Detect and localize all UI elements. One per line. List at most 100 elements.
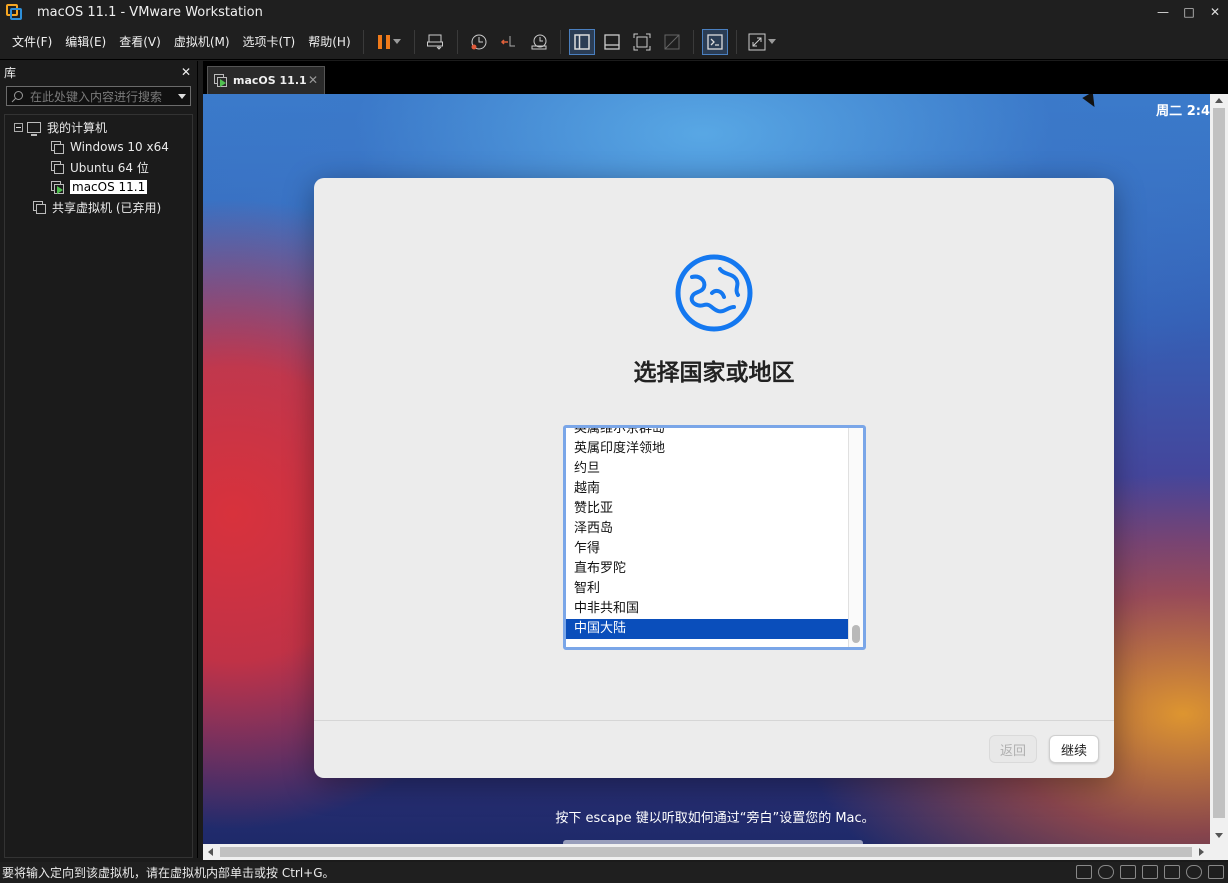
search-icon — [11, 90, 23, 102]
scroll-left-icon[interactable] — [208, 848, 213, 856]
toolbar-separator — [735, 29, 737, 54]
toolbar-separator — [692, 29, 694, 54]
chevron-down-icon[interactable] — [767, 39, 776, 44]
scrollbar-corner — [1210, 844, 1228, 860]
console-view-icon — [706, 33, 723, 50]
list-item[interactable]: 泽西岛 — [566, 519, 848, 539]
chevron-down-icon[interactable] — [178, 93, 186, 99]
hard-disk-icon[interactable] — [1076, 865, 1092, 879]
list-item[interactable]: 乍得 — [566, 539, 848, 559]
tree-item-my-computer[interactable]: 我的计算机 — [14, 117, 107, 137]
library-header: 库 ✕ — [0, 61, 197, 83]
search-placeholder: 在此处键入内容进行搜索 — [30, 89, 163, 104]
show-library-button[interactable] — [568, 28, 595, 55]
scroll-right-icon[interactable] — [1199, 848, 1204, 856]
revert-snapshot-button[interactable] — [496, 29, 522, 55]
device-icons — [1070, 865, 1224, 879]
horizontal-scroll-thumb[interactable] — [220, 847, 1192, 857]
send-ctrl-alt-del-icon — [426, 34, 443, 50]
library-tree: 我的计算机 Windows 10 x64 Ubuntu 64 位 macOS 1… — [4, 114, 193, 858]
tree-item-ubuntu[interactable]: Ubuntu 64 位 — [51, 157, 149, 177]
vertical-scrollbar[interactable] — [1210, 94, 1228, 844]
horizontal-scrollbar[interactable] — [203, 844, 1210, 860]
show-library-icon — [573, 33, 590, 50]
library-search-input[interactable]: 在此处键入内容进行搜索 — [6, 86, 191, 106]
tree-item-macos[interactable]: macOS 11.1 — [51, 177, 148, 197]
menu-file[interactable]: 文件(F) — [6, 31, 58, 53]
unity-button[interactable] — [659, 29, 685, 55]
vm-running-icon — [214, 74, 227, 87]
list-item[interactable]: 英属印度洋领地 — [566, 439, 848, 459]
shared-vm-icon — [33, 200, 46, 214]
message-icon[interactable] — [1208, 865, 1224, 879]
close-button[interactable]: ✕ — [1202, 0, 1228, 24]
menu-view[interactable]: 查看(V) — [113, 31, 167, 53]
list-item[interactable]: 约旦 — [566, 459, 848, 479]
mouse-cursor-icon — [1082, 94, 1100, 111]
list-item[interactable]: 智利 — [566, 579, 848, 599]
scroll-up-icon[interactable] — [1215, 98, 1223, 103]
chevron-down-icon[interactable] — [392, 39, 401, 44]
status-message: 要将输入定向到该虚拟机，请在虚拟机内部单击或按 Ctrl+G。 — [2, 866, 335, 880]
send-ctrl-alt-del-button[interactable] — [423, 29, 449, 55]
window-title: macOS 11.1 - VMware Workstation — [37, 4, 263, 20]
fullscreen-button[interactable] — [629, 29, 655, 55]
list-item[interactable]: 赞比亚 — [566, 499, 848, 519]
stretch-guest-icon — [748, 33, 766, 50]
menu-vm[interactable]: 虚拟机(M) — [168, 31, 236, 53]
close-tab-icon[interactable]: ✕ — [308, 73, 318, 87]
thumbnail-bar-icon — [603, 33, 620, 50]
printer-icon[interactable] — [1164, 865, 1180, 879]
menu-tabs[interactable]: 选项卡(T) — [237, 31, 302, 53]
cd-dvd-icon[interactable] — [1098, 865, 1114, 879]
title-bar: macOS 11.1 - VMware Workstation — □ ✕ — [0, 0, 1228, 24]
thumbnail-bar-button[interactable] — [599, 29, 625, 55]
country-list[interactable]: 英属维尔京群岛 英属印度洋领地 约旦 越南 赞比亚 泽西岛 乍得 直布罗陀 智利… — [563, 425, 866, 650]
display-icon[interactable] — [1186, 865, 1202, 879]
list-scroll-thumb[interactable] — [852, 625, 860, 643]
collapse-icon[interactable] — [14, 122, 23, 132]
list-scrollbar[interactable] — [848, 428, 863, 647]
back-button[interactable]: 返回 — [989, 735, 1037, 763]
list-item[interactable]: 越南 — [566, 479, 848, 499]
vm-running-icon — [51, 180, 64, 194]
dialog-title: 选择国家或地区 — [633, 360, 795, 386]
country-list-items: 英属维尔京群岛 英属印度洋领地 约旦 越南 赞比亚 泽西岛 乍得 直布罗陀 智利… — [566, 428, 848, 639]
minimize-button[interactable]: — — [1150, 0, 1176, 24]
scroll-down-icon[interactable] — [1215, 833, 1223, 838]
tree-label: Windows 10 x64 — [70, 140, 169, 154]
sound-icon[interactable] — [1142, 865, 1158, 879]
setup-assistant-dialog: 选择国家或地区 英属维尔京群岛 英属印度洋领地 约旦 越南 赞比亚 泽西岛 乍得… — [314, 178, 1114, 778]
menu-help[interactable]: 帮助(H) — [302, 31, 356, 53]
continue-button[interactable]: 继续 — [1049, 735, 1099, 763]
console-view-button[interactable] — [701, 28, 728, 55]
toolbar-separator — [559, 29, 561, 54]
tab-macos[interactable]: macOS 11.1 ✕ — [207, 66, 325, 94]
network-icon[interactable] — [1120, 865, 1136, 879]
maximize-button[interactable]: □ — [1176, 0, 1202, 24]
menu-edit[interactable]: 编辑(E) — [59, 31, 112, 53]
guest-screen[interactable]: 周二 2:4 选择国家或地区 英属维尔京群岛 英属印度洋领地 约旦 越南 赞比亚… — [203, 94, 1210, 844]
dialog-divider — [314, 720, 1114, 721]
list-item-selected[interactable]: 中国大陆 — [566, 619, 848, 639]
vmware-logo-icon — [6, 4, 22, 20]
vertical-scroll-thumb[interactable] — [1213, 108, 1225, 818]
menu-toolbar: 文件(F) 编辑(E) 查看(V) 虚拟机(M) 选项卡(T) 帮助(H) — [0, 24, 1228, 60]
snapshot-manager-icon — [531, 34, 547, 49]
tree-label: macOS 11.1 — [70, 180, 148, 194]
close-icon[interactable]: ✕ — [181, 65, 191, 79]
list-item[interactable]: 英属维尔京群岛 — [566, 428, 848, 439]
voiceover-hint: 按下 escape 键以听取如何通过“旁白”设置您的 Mac。 — [555, 811, 875, 826]
list-item[interactable]: 直布罗陀 — [566, 559, 848, 579]
snapshot-button[interactable] — [466, 29, 492, 55]
window-controls: — □ ✕ — [1150, 0, 1228, 24]
unity-icon — [664, 34, 680, 49]
pause-button[interactable] — [372, 29, 406, 55]
stretch-guest-button[interactable] — [745, 29, 779, 55]
tree-item-shared-vms[interactable]: 共享虚拟机 (已弃用) — [33, 197, 161, 217]
status-bar: 要将输入定向到该虚拟机，请在虚拟机内部单击或按 Ctrl+G。 — [0, 862, 1228, 883]
list-item[interactable]: 中非共和国 — [566, 599, 848, 619]
snapshot-manager-button[interactable] — [526, 29, 552, 55]
tree-label: 我的计算机 — [47, 120, 108, 135]
tree-item-windows10[interactable]: Windows 10 x64 — [51, 137, 169, 157]
